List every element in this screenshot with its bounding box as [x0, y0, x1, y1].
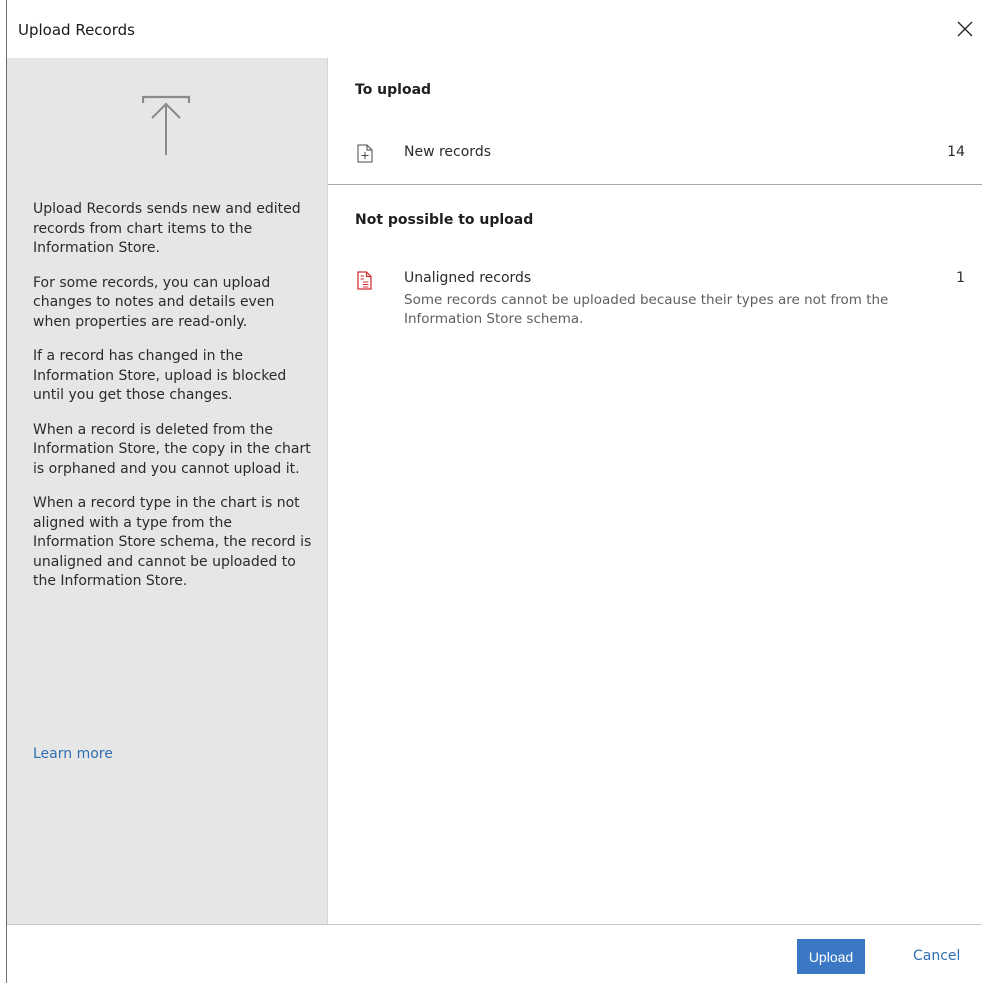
new-record-icon [357, 144, 373, 163]
unaligned-records-description: Some records cannot be uploaded because … [404, 292, 889, 327]
to-upload-heading: To upload [355, 82, 432, 98]
help-sidebar: Upload Records sends new and edited reco… [7, 58, 327, 924]
unaligned-records-count: 1 [956, 270, 965, 286]
title-bar: Upload Records [7, 0, 982, 58]
help-paragraph: When a record type in the chart is not a… [33, 495, 312, 589]
close-button[interactable] [948, 12, 982, 46]
close-icon [957, 21, 973, 37]
help-text: Upload Records sends new and edited reco… [33, 200, 313, 607]
help-paragraph: For some records, you can upload changes… [33, 274, 275, 330]
cancel-button[interactable]: Cancel [913, 948, 960, 964]
learn-more-link[interactable]: Learn more [33, 746, 113, 762]
not-possible-heading: Not possible to upload [355, 212, 534, 228]
unaligned-record-icon [357, 271, 372, 290]
help-paragraph: If a record has changed in the Informati… [33, 348, 287, 403]
footer-divider [7, 924, 982, 925]
new-records-label: New records [404, 144, 492, 160]
unaligned-records-row[interactable]: Unaligned records Some records cannot be… [328, 264, 982, 344]
dialog-title: Upload Records [18, 21, 135, 39]
new-records-row[interactable]: New records 14 [328, 132, 982, 172]
records-panel: To upload New records 14 Not possible to… [328, 58, 982, 924]
help-paragraph: When a record is deleted from the Inform… [33, 421, 311, 477]
unaligned-records-label: Unaligned records [404, 270, 532, 286]
upload-records-dialog: Upload Records Upload Records sends new … [0, 0, 982, 983]
new-records-count: 14 [947, 144, 965, 160]
upload-button[interactable]: Upload [797, 939, 865, 974]
upload-icon [142, 95, 191, 155]
section-divider [328, 184, 982, 185]
help-paragraph: Upload Records sends new and edited reco… [33, 201, 301, 256]
